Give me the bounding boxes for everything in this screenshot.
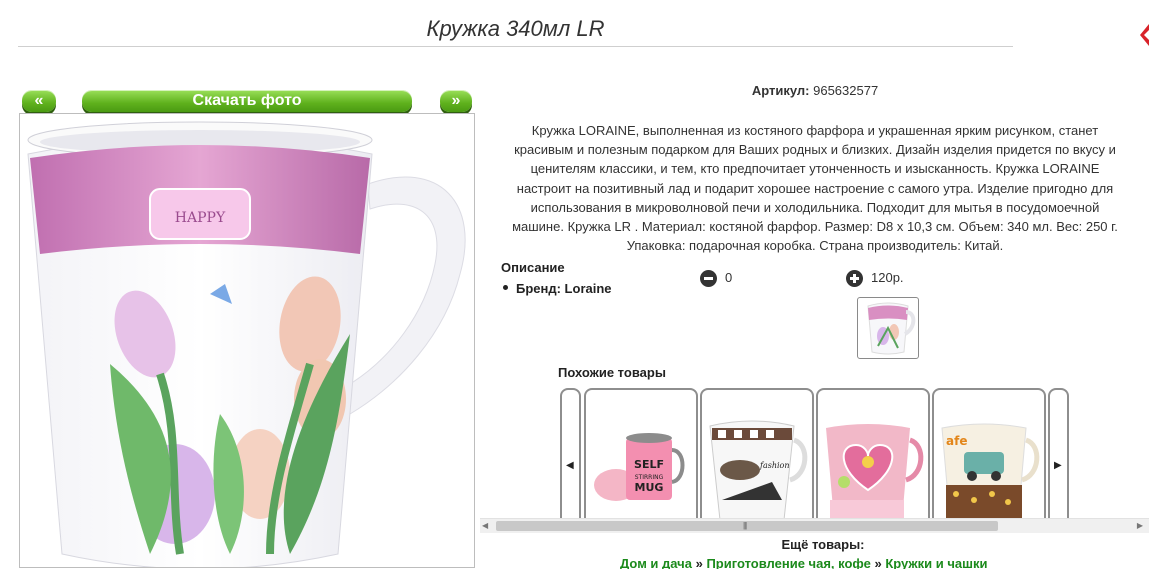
page-title: Кружка 340мл LR (426, 16, 605, 41)
similar-products-title: Похожие товары (558, 365, 666, 380)
description-line: красивым и полезным подарком для Ваших р… (514, 142, 1116, 158)
side-tab-icon[interactable] (1140, 24, 1149, 46)
grip-icon: ||| (743, 521, 747, 530)
similar-product-card[interactable]: SELF STIRRING MUG (584, 388, 698, 520)
photo-prev-button[interactable]: « (22, 90, 56, 112)
sku-line: Артикул: 965632577 (710, 83, 920, 98)
brand-label: Бренд: Loraine (516, 281, 612, 296)
description-line: Упаковка: подарочная коробка. Страна про… (626, 238, 1004, 254)
description-line: использования в микроволновой печи и хол… (530, 199, 1100, 215)
mug-illustration: HAPPY (27, 121, 466, 567)
description-line: машине. Кружка LR . Материал: костяной ф… (512, 219, 1118, 235)
similar-product-card[interactable] (816, 388, 930, 520)
bullet-icon (503, 285, 508, 291)
description-line: настроит на позитивный лад и подарит хор… (516, 180, 1114, 196)
photo-next-button[interactable]: » (440, 90, 472, 112)
minus-counter[interactable]: 0 (700, 269, 733, 288)
title-divider (18, 46, 1013, 47)
download-photo-button[interactable]: Скачать фото (82, 90, 412, 112)
minus-circle-icon[interactable] (700, 270, 717, 288)
breadcrumb-tea-coffee[interactable]: Приготовление чая, кофе (706, 556, 870, 569)
product-description: Кружка LORAINE, выполненная из костяного… (480, 121, 1149, 255)
scrollbar-thumb[interactable]: ||| (496, 521, 998, 531)
plus-circle-icon[interactable] (846, 270, 863, 288)
price-value: 120р. (871, 270, 904, 285)
minus-value: 0 (725, 270, 733, 285)
brand-spec-item: Бренд: Loraine (503, 281, 612, 296)
card-text: MUG (635, 481, 664, 494)
breadcrumb-separator: » (874, 556, 882, 569)
specs-title: Описание (501, 260, 565, 275)
chevron-right-icon: ▶ (1054, 460, 1062, 471)
scroll-left-icon[interactable]: ◀ (482, 521, 488, 530)
carousel-scrollbar[interactable]: ◀ ||| ▶ (480, 518, 1149, 533)
more-products-title: Ещё товары: (781, 537, 865, 552)
breadcrumb-mugs-cups[interactable]: Кружки и чашки (885, 556, 987, 569)
description-line: ценителям классики, и тем, кто предпочит… (530, 161, 1100, 177)
product-photo[interactable]: HAPPY (19, 113, 475, 568)
product-thumbnail[interactable] (857, 297, 919, 359)
self-stirring-mug-image: SELF STIRRING MUG (594, 433, 685, 501)
chevron-left-icon: ◀ (566, 460, 574, 471)
similar-product-card[interactable]: fashion (700, 388, 814, 520)
breadcrumb-home-garden[interactable]: Дом и дача (620, 556, 692, 569)
breadcrumb-separator: » (695, 556, 703, 569)
description-line: Кружка LORAINE, выполненная из костяного… (531, 123, 1099, 138)
carousel-prev-button[interactable]: ◀ (560, 388, 581, 520)
similar-products-carousel: ◀ SELF STIRRING MUG fashion afe ▶ (480, 388, 1149, 533)
similar-product-card[interactable]: afe (932, 388, 1046, 520)
card-text: STIRRING (635, 474, 664, 481)
heart-mug-image (826, 424, 924, 520)
thumbnail-image (867, 302, 916, 355)
card-text: SELF (634, 458, 664, 471)
svg-text:HAPPY: HAPPY (175, 210, 226, 226)
fashion-mug-image: fashion (709, 420, 808, 520)
cafe-car-mug-image: afe (941, 423, 1040, 520)
carousel-next-button[interactable]: ▶ (1048, 388, 1069, 520)
card-text: fashion (759, 461, 790, 470)
card-text: afe (946, 434, 967, 448)
sku-value: 965632577 (813, 83, 879, 98)
sku-label: Артикул: (751, 83, 810, 98)
plus-counter[interactable]: 120р. (846, 269, 904, 288)
category-breadcrumb: Дом и дача » Приготовление чая, кофе » К… (620, 556, 987, 569)
scroll-right-icon[interactable]: ▶ (1137, 521, 1143, 530)
